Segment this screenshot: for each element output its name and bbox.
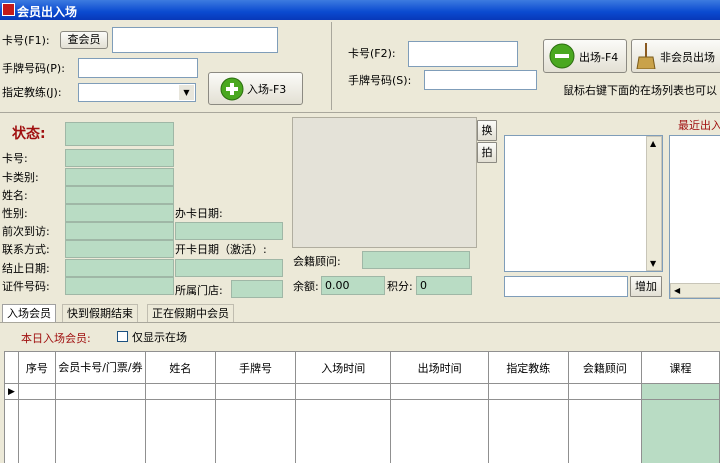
scroll-up-icon[interactable]: ▲	[650, 139, 656, 148]
tab-on-holiday[interactable]: 正在假期中会员	[147, 304, 234, 322]
contact-label: 联系方式:	[2, 243, 50, 256]
title-bar: 会员出入场	[0, 0, 720, 20]
coach-label: 指定教练(J):	[2, 86, 62, 99]
minus-circle-icon	[549, 43, 575, 69]
store-value	[231, 280, 283, 298]
column-header[interactable]: 出场时间	[390, 351, 489, 384]
points-value: 0	[416, 276, 472, 295]
points-label: 积分:	[387, 280, 413, 293]
recent-title: 最近出入	[678, 119, 720, 132]
card-type-value	[65, 168, 174, 186]
last-visit-value	[65, 222, 174, 240]
column-header[interactable]: 姓名	[144, 351, 217, 384]
activate-date-label: 开卡日期（激活）:	[175, 243, 267, 256]
name-label: 姓名:	[2, 189, 28, 202]
activate-date-value	[175, 259, 283, 277]
column-header[interactable]: 手牌号	[215, 351, 296, 384]
card-type-label: 卡类别:	[2, 171, 39, 184]
recent-list[interactable]: ◀	[669, 135, 720, 299]
exit-hint: 鼠标右键下面的在场列表也可以	[563, 84, 717, 97]
entry-table[interactable]: 序号 会员卡号/门票/券 姓名 手牌号 入场时间 出场时间 指定教练 会籍顾问 …	[4, 351, 720, 463]
contact-value	[65, 240, 174, 258]
exit-card-input[interactable]	[408, 41, 518, 67]
end-date-value	[65, 259, 174, 277]
list-scrollbar[interactable]: ▲ ▼	[646, 136, 662, 271]
tab-holiday-ending[interactable]: 快到假期结束	[62, 304, 138, 322]
id-no-label: 证件号码:	[2, 280, 50, 293]
scroll-left-icon[interactable]: ◀	[674, 286, 680, 295]
column-header[interactable]: 指定教练	[487, 351, 569, 384]
store-label: 所属门店:	[175, 284, 223, 297]
gender-label: 性别:	[2, 207, 28, 220]
advisor-label: 会籍顾问:	[293, 255, 341, 268]
balance-label: 余额:	[293, 280, 319, 293]
coach-select[interactable]: ▼	[78, 83, 196, 102]
status-indicator	[65, 122, 174, 146]
table-empty-area	[4, 399, 720, 463]
today-label: 本日入场会员:	[21, 332, 91, 345]
exit-tag-input[interactable]	[424, 70, 537, 90]
table-header: 序号 会员卡号/门票/券 姓名 手牌号 入场时间 出场时间 指定教练 会籍顾问 …	[4, 351, 720, 384]
advisor-value	[362, 251, 470, 269]
switch-photo-button[interactable]: 换	[477, 120, 497, 141]
exit-tag-label: 手牌号码(S):	[348, 74, 412, 87]
broom-icon	[636, 43, 656, 69]
balance-value: 0.00	[321, 276, 385, 295]
issue-date-label: 办卡日期:	[175, 207, 223, 220]
add-button[interactable]: 增加	[630, 276, 662, 297]
on-site-list[interactable]: ▲ ▼	[504, 135, 663, 272]
scroll-down-icon[interactable]: ▼	[650, 259, 656, 268]
take-photo-button[interactable]: 拍	[477, 142, 497, 163]
table-row[interactable]: ▶	[4, 383, 720, 400]
column-header[interactable]: 会员卡号/门票/券	[55, 351, 146, 384]
entry-card-input[interactable]	[112, 27, 278, 53]
enter-button[interactable]: 入场-F3	[208, 72, 303, 105]
chevron-down-icon[interactable]: ▼	[179, 85, 194, 100]
column-header[interactable]: 课程	[640, 351, 720, 384]
column-header[interactable]: 入场时间	[294, 351, 392, 384]
lookup-member-button[interactable]: 查会员	[60, 31, 108, 49]
horizontal-divider	[0, 112, 720, 113]
exit-button[interactable]: 出场-F4	[543, 39, 627, 73]
vertical-divider	[331, 22, 332, 110]
show-onsite-label: 仅显示在场	[132, 331, 187, 344]
name-value	[65, 186, 174, 204]
card-no-label: 卡号:	[2, 152, 28, 165]
end-date-label: 结止日期:	[2, 262, 50, 275]
tab-entered-members[interactable]: 入场会员	[2, 304, 56, 322]
show-onsite-checkbox[interactable]	[117, 331, 128, 342]
card-no-value	[65, 149, 174, 167]
id-no-value	[65, 277, 174, 295]
window-title: 会员出入场	[17, 5, 78, 19]
exit-card-label: 卡号(F2):	[348, 47, 396, 60]
tab-divider	[0, 322, 720, 323]
app-icon	[2, 3, 15, 16]
status-title: 状态:	[12, 126, 46, 142]
row-marker: ▶	[4, 383, 19, 400]
issue-date-value	[175, 222, 283, 240]
column-header[interactable]: 序号	[17, 351, 57, 384]
entry-card-label: 卡号(F1):	[2, 34, 50, 47]
member-photo	[292, 117, 477, 248]
plus-circle-icon	[220, 77, 244, 101]
row-indicator-header	[4, 351, 19, 384]
recent-hscrollbar[interactable]: ◀	[670, 283, 720, 298]
column-header[interactable]: 会籍顾问	[567, 351, 642, 384]
gender-value	[65, 204, 174, 222]
entry-tag-input[interactable]	[78, 58, 198, 78]
last-visit-label: 前次到访:	[2, 225, 50, 238]
entry-tag-label: 手牌号码(P):	[2, 62, 65, 75]
nonmember-exit-button[interactable]: 非会员出场	[631, 39, 720, 73]
list-add-input[interactable]	[504, 276, 628, 297]
